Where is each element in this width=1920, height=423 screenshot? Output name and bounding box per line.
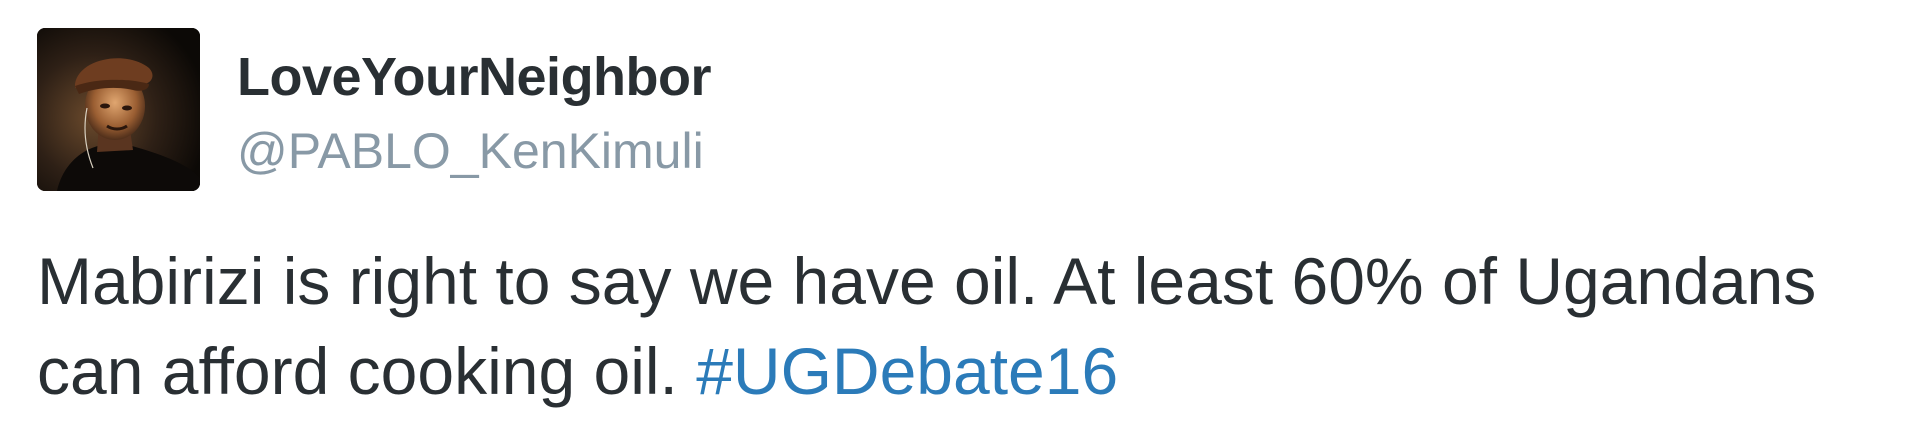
user-handle[interactable]: @PABLO_KenKimuli	[237, 121, 704, 181]
hashtag-link[interactable]: #UGDebate16	[696, 334, 1118, 408]
user-avatar[interactable]	[37, 28, 200, 191]
tweet-text-line-2: can afford cooking oil.	[37, 334, 697, 408]
user-display-name[interactable]: LoveYourNeighbor	[237, 46, 712, 108]
tweet-text-line-1: Mabirizi is right to say we have oil. At…	[37, 244, 1817, 318]
avatar-photo-icon	[37, 28, 200, 191]
tweet-text: Mabirizi is right to say we have oil. At…	[37, 236, 1897, 416]
tweet-card: LoveYourNeighbor @PABLO_KenKimuli Mabiri…	[0, 0, 1920, 423]
